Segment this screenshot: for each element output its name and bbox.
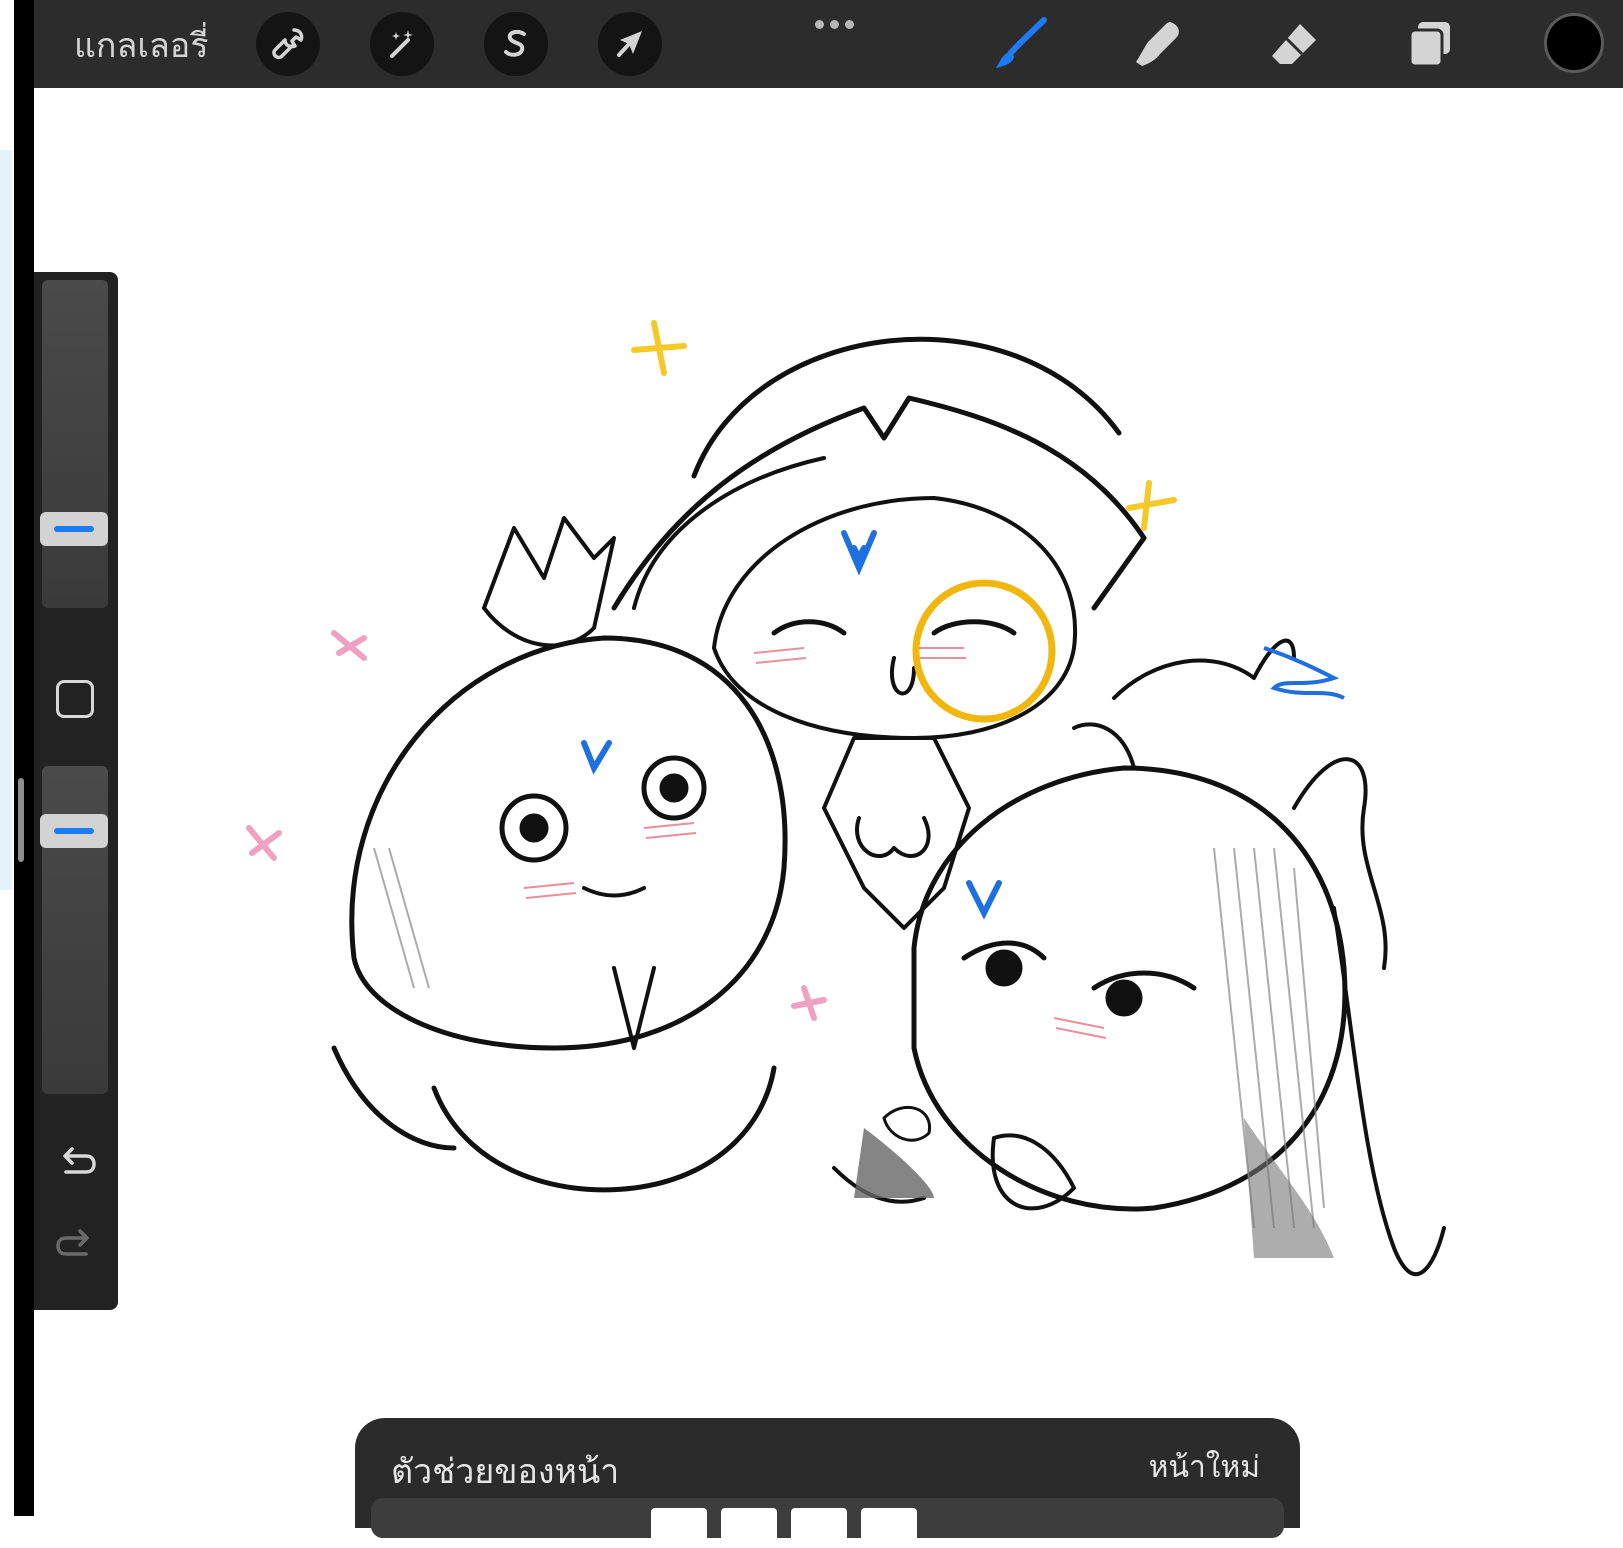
more-options-button[interactable] [809,10,859,38]
page-thumbnail[interactable] [791,1508,847,1548]
page-assist-panel: ตัวช่วยของหน้า หน้าใหม่ [355,1418,1300,1548]
brush-tool-button[interactable] [992,14,1052,74]
redo-icon[interactable] [54,1224,98,1264]
square-modify-button[interactable] [56,680,94,718]
brush-size-slider[interactable] [40,280,108,608]
smudge-tool-button[interactable] [1128,14,1188,74]
eraser-icon [1272,24,1316,64]
split-view-handle[interactable] [18,778,24,862]
selection-s-icon [504,29,526,57]
accent-line-icon [54,828,94,834]
page-thumbnail-strip [371,1498,1284,1548]
brush-size-thumb[interactable] [40,512,108,546]
selection-button[interactable] [484,12,548,76]
layers-icon [1408,22,1450,68]
opacity-slider[interactable] [40,766,108,1094]
gallery-button[interactable]: แกลเลอรี่ [74,18,208,72]
eraser-tool-button[interactable] [1264,14,1324,74]
dot-icon [844,19,854,29]
magic-wand-icon [390,30,413,58]
left-sidebar [34,272,118,1310]
arrow-cursor-icon [617,31,642,57]
split-view-divider [14,0,34,1516]
actions-button[interactable] [256,12,320,76]
smudge-finger-icon [1136,22,1179,66]
new-page-button[interactable]: หน้าใหม่ [1149,1444,1260,1491]
page-thumbnail[interactable] [861,1508,917,1548]
accent-line-icon [54,526,94,532]
top-toolbar: แกลเลอรี่ [34,0,1623,88]
undo-icon[interactable] [54,1142,98,1182]
adjustments-button[interactable] [370,12,434,76]
transform-button[interactable] [598,12,662,76]
wrench-icon [272,28,304,60]
layers-button[interactable] [1400,14,1460,74]
left-app-edge [0,0,34,1516]
color-picker-button[interactable] [1544,13,1604,73]
background-app-sliver [0,150,12,890]
page-assist-title: ตัวช่วยของหน้า [391,1452,620,1492]
brush-icon [996,17,1047,68]
dot-icon [814,19,824,29]
page-thumbnail[interactable] [721,1508,777,1548]
page-thumbnail[interactable] [651,1508,707,1548]
canvas-artwork [246,320,1446,1276]
dot-icon [829,19,839,29]
opacity-thumb[interactable] [40,814,108,848]
